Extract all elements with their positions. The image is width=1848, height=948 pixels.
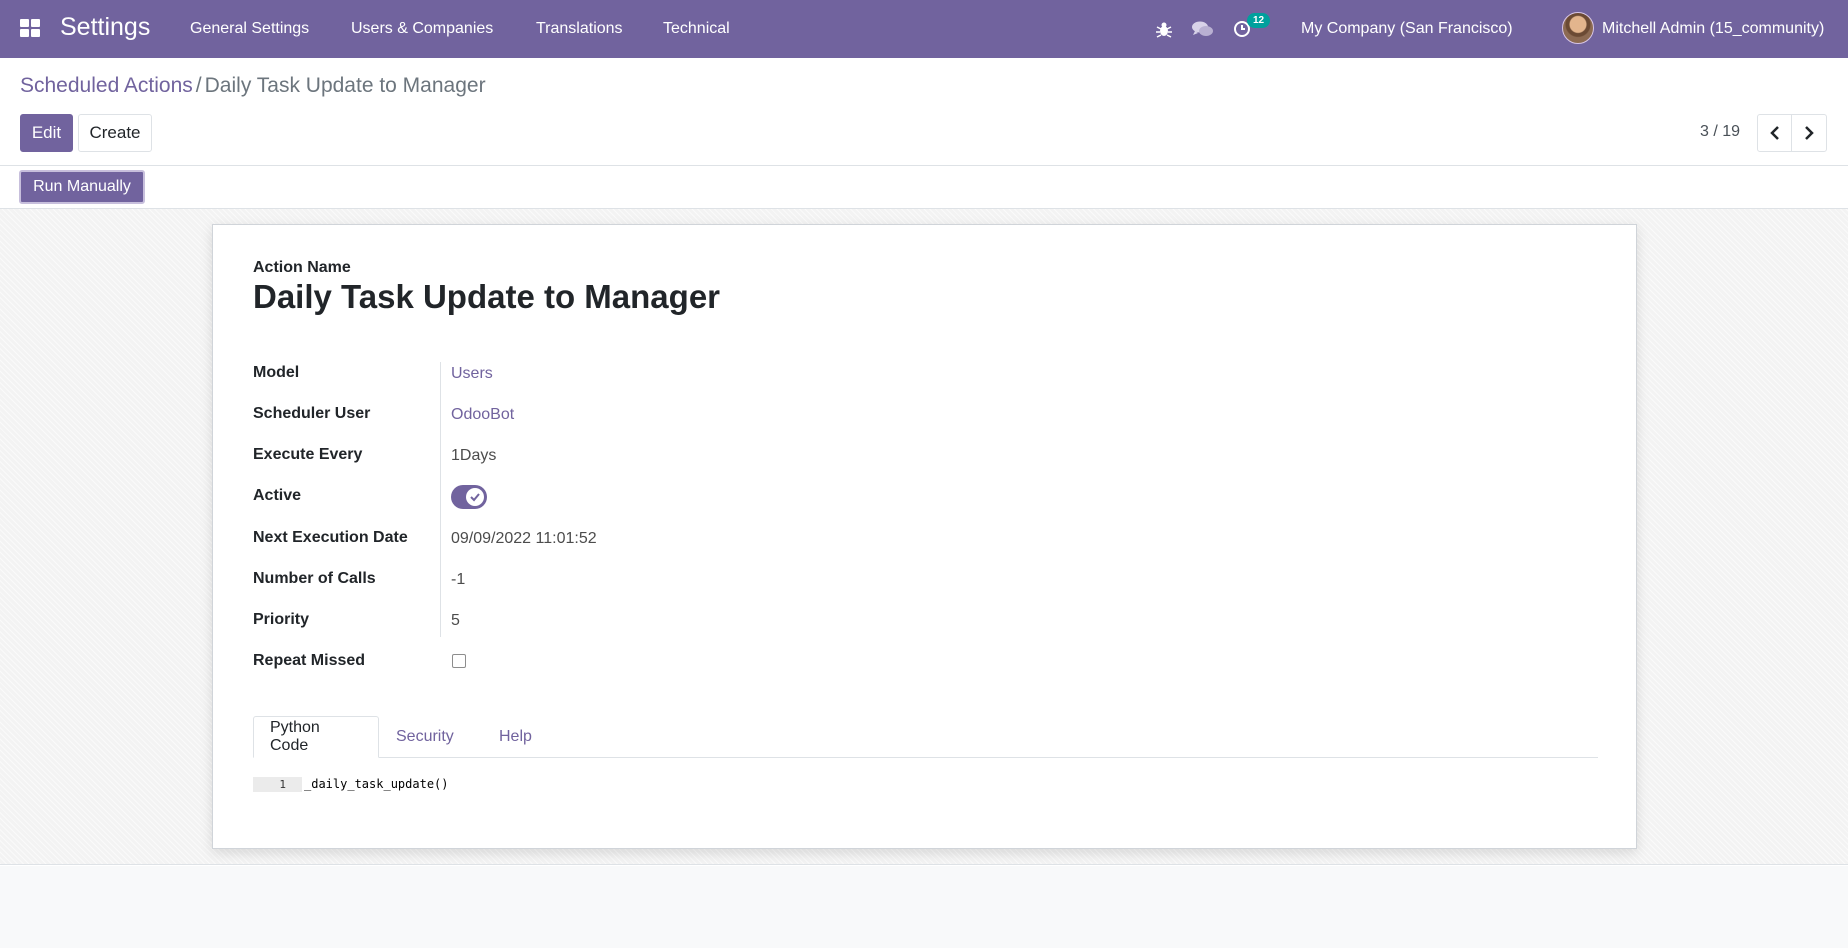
menu-general-settings[interactable]: General Settings xyxy=(190,20,309,38)
field-label-active: Active xyxy=(253,487,302,504)
page-footer-area xyxy=(0,866,1848,948)
status-bar: Run Manually xyxy=(0,167,1848,209)
edit-button[interactable]: Edit xyxy=(20,114,73,152)
code-line-number: 1 xyxy=(253,777,302,792)
breadcrumb-current: Daily Task Update to Manager xyxy=(204,74,486,97)
field-label-next-execution-date: Next Execution Date xyxy=(253,529,408,546)
field-value-model[interactable]: Users xyxy=(451,365,493,383)
chevron-left-icon xyxy=(1770,126,1779,140)
menu-translations[interactable]: Translations xyxy=(536,20,623,38)
control-panel: Scheduled Actions / Daily Task Update to M… xyxy=(0,58,1848,166)
breadcrumb-parent[interactable]: Scheduled Actions xyxy=(20,74,193,97)
activity-count-badge: 12 xyxy=(1247,13,1271,28)
action-name-value[interactable]: Daily Task Update to Manager xyxy=(253,278,720,316)
chevron-right-icon xyxy=(1805,126,1814,140)
active-toggle[interactable] xyxy=(451,485,487,509)
field-value-number-of-calls: -1 xyxy=(451,571,466,588)
code-editor-line[interactable]: _daily_task_update() xyxy=(304,777,449,792)
avatar[interactable] xyxy=(1562,12,1594,44)
field-label-model: Model xyxy=(253,364,300,381)
create-button[interactable]: Create xyxy=(78,114,152,152)
field-value-priority: 5 xyxy=(451,612,460,629)
run-manually-button[interactable]: Run Manually xyxy=(19,170,145,204)
user-menu[interactable]: Mitchell Admin (15_community) xyxy=(1602,20,1824,38)
menu-users-companies[interactable]: Users & Companies xyxy=(351,20,493,38)
field-label-scheduler-user: Scheduler User xyxy=(253,405,371,422)
field-label-repeat-missed: Repeat Missed xyxy=(253,652,366,669)
field-value-scheduler-user[interactable]: OdooBot xyxy=(451,406,514,424)
breadcrumb: Scheduled Actions / Daily Task Update to M… xyxy=(20,74,486,98)
tab-help[interactable]: Help xyxy=(483,716,548,758)
company-switcher[interactable]: My Company (San Francisco) xyxy=(1301,20,1513,38)
field-divider xyxy=(440,362,441,637)
tab-security[interactable]: Security xyxy=(380,716,470,758)
pager-next-button[interactable] xyxy=(1791,114,1827,152)
field-label-priority: Priority xyxy=(253,611,310,628)
check-icon xyxy=(470,493,480,502)
field-label-number-of-calls: Number of Calls xyxy=(253,570,376,587)
app-title[interactable]: Settings xyxy=(60,13,150,42)
apps-icon[interactable] xyxy=(20,19,40,39)
toggle-knob xyxy=(466,488,484,506)
field-value-execute-every: 1Days xyxy=(451,447,497,464)
chat-icon[interactable] xyxy=(1191,18,1213,40)
form-sheet: Action Name Daily Task Update to Manager… xyxy=(212,224,1637,849)
breadcrumb-separator: / xyxy=(195,74,202,97)
bug-icon[interactable] xyxy=(1153,18,1175,40)
field-label-execute-every: Execute Every xyxy=(253,446,363,463)
top-navbar: Settings General Settings Users & Compan… xyxy=(0,0,1848,58)
menu-technical[interactable]: Technical xyxy=(663,20,730,38)
tab-python-code[interactable]: Python Code xyxy=(253,716,379,758)
repeat-missed-checkbox[interactable] xyxy=(452,654,466,668)
action-name-label: Action Name xyxy=(253,259,351,276)
pager-previous-button[interactable] xyxy=(1757,114,1793,152)
field-value-next-execution-date: 09/09/2022 11:01:52 xyxy=(451,530,597,547)
pager-value[interactable]: 3 / 19 xyxy=(1700,123,1740,141)
